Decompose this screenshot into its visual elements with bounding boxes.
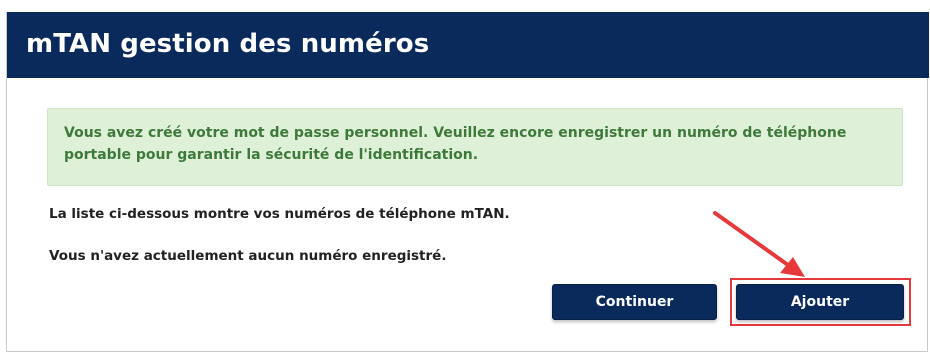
dialog-header: mTAN gestion des numéros	[7, 12, 929, 78]
alert-message: Vous avez créé votre mot de passe person…	[64, 125, 847, 163]
page-title: mTAN gestion des numéros	[26, 29, 430, 59]
continue-button[interactable]: Continuer	[552, 284, 717, 320]
empty-notice-text: Vous n'avez actuellement aucun numéro en…	[49, 248, 447, 264]
list-intro-text: La liste ci-dessous montre vos numéros d…	[49, 206, 510, 222]
success-alert: Vous avez créé votre mot de passe person…	[47, 108, 903, 186]
add-button[interactable]: Ajouter	[736, 284, 904, 320]
mtan-dialog: mTAN gestion des numéros Vous avez créé …	[6, 12, 929, 352]
